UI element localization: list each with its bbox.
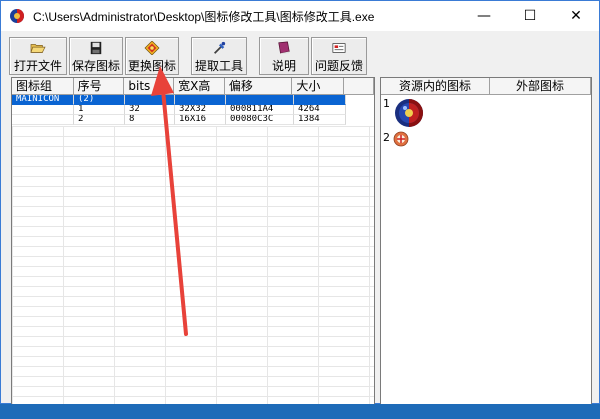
cell-dimensions	[175, 95, 226, 105]
open-file-button[interactable]: 打开文件	[9, 37, 67, 75]
maximize-button[interactable]: ☐	[507, 1, 553, 31]
table-header: 图标组 序号 bits 宽X高 偏移 大小	[12, 78, 374, 95]
cell-size	[294, 95, 346, 105]
feedback-label: 问题反馈	[314, 59, 363, 73]
header-offset[interactable]: 偏移	[225, 78, 293, 94]
header-dimensions[interactable]: 宽X高	[174, 78, 225, 94]
header-external-icons[interactable]: 外部图标	[490, 78, 591, 94]
small-app-icon[interactable]	[393, 131, 409, 147]
list-item[interactable]: 2	[383, 131, 591, 147]
icon-preview-panel[interactable]: 资源内的图标 外部图标 1 2	[380, 77, 592, 407]
help-label: 说明	[271, 59, 296, 73]
title-bar[interactable]: C:\Users\Administrator\Desktop\图标修改工具\图标…	[1, 1, 599, 31]
extract-tool-label: 提取工具	[194, 59, 243, 73]
table-row[interactable]: 2 8 16X16 00080C3C 1384	[12, 115, 374, 125]
cell-index: 2	[74, 115, 125, 125]
cell-bits: 8	[125, 115, 175, 125]
app-window: C:\Users\Administrator\Desktop\图标修改工具\图标…	[0, 0, 600, 407]
floppy-disk-icon	[90, 41, 102, 55]
header-group[interactable]: 图标组	[12, 78, 74, 94]
toolbar: 打开文件 保存图标 更换图标 提取工具 说明 问题反馈	[9, 37, 593, 77]
replace-icon-button[interactable]: 更换图标	[125, 37, 179, 75]
eyedropper-icon	[214, 41, 226, 54]
cell-bits	[125, 95, 175, 105]
cell-index: 1	[74, 105, 125, 115]
cell-dimensions: 16X16	[175, 115, 226, 125]
save-icon-label: 保存图标	[71, 59, 120, 73]
open-file-label: 打开文件	[13, 59, 62, 73]
cell-bits: 32	[125, 105, 175, 115]
cell-group	[12, 115, 74, 125]
large-app-icon[interactable]	[393, 97, 425, 129]
window-title: C:\Users\Administrator\Desktop\图标修改工具\图标…	[33, 9, 375, 24]
cell-group	[12, 105, 74, 115]
table-grid	[12, 126, 374, 406]
folder-open-icon	[30, 44, 46, 53]
cell-group: MAINICON	[12, 95, 74, 105]
cell-offset	[226, 95, 294, 105]
help-button[interactable]: 说明	[259, 37, 309, 75]
table-row[interactable]: MAINICON (2)	[12, 95, 374, 105]
cell-dimensions: 32X32	[175, 105, 226, 115]
swap-diamond-icon	[144, 41, 160, 55]
cell-offset: 000811A4	[226, 105, 294, 115]
extract-tool-button[interactable]: 提取工具	[191, 37, 247, 75]
cell-size: 1384	[294, 115, 346, 125]
header-index[interactable]: 序号	[74, 78, 125, 94]
feedback-button[interactable]: 问题反馈	[311, 37, 367, 75]
header-bits[interactable]: bits	[124, 78, 175, 94]
cell-size: 4264	[294, 105, 346, 115]
taskbar	[0, 404, 600, 419]
table-row[interactable]: 1 32 32X32 000811A4 4264	[12, 105, 374, 115]
book-icon	[278, 41, 290, 55]
cell-offset: 00080C3C	[226, 115, 294, 125]
preview-header: 资源内的图标 外部图标	[381, 78, 591, 95]
minimize-button[interactable]: —	[461, 1, 507, 31]
cell-index: (2)	[74, 95, 125, 105]
header-size[interactable]: 大小	[292, 78, 345, 94]
icon-group-table[interactable]: 图标组 序号 bits 宽X高 偏移 大小 MAINICON (2) 1 32 …	[11, 77, 375, 407]
item-number: 2	[383, 131, 390, 144]
replace-icon-label: 更换图标	[127, 59, 176, 73]
list-item[interactable]: 1	[383, 97, 591, 129]
save-icon-button[interactable]: 保存图标	[69, 37, 123, 75]
item-number: 1	[383, 97, 390, 110]
feedback-envelope-icon	[332, 43, 346, 53]
app-logo-icon	[10, 9, 24, 23]
close-button[interactable]: ✕	[553, 1, 599, 31]
header-resource-icons[interactable]: 资源内的图标	[381, 78, 490, 94]
